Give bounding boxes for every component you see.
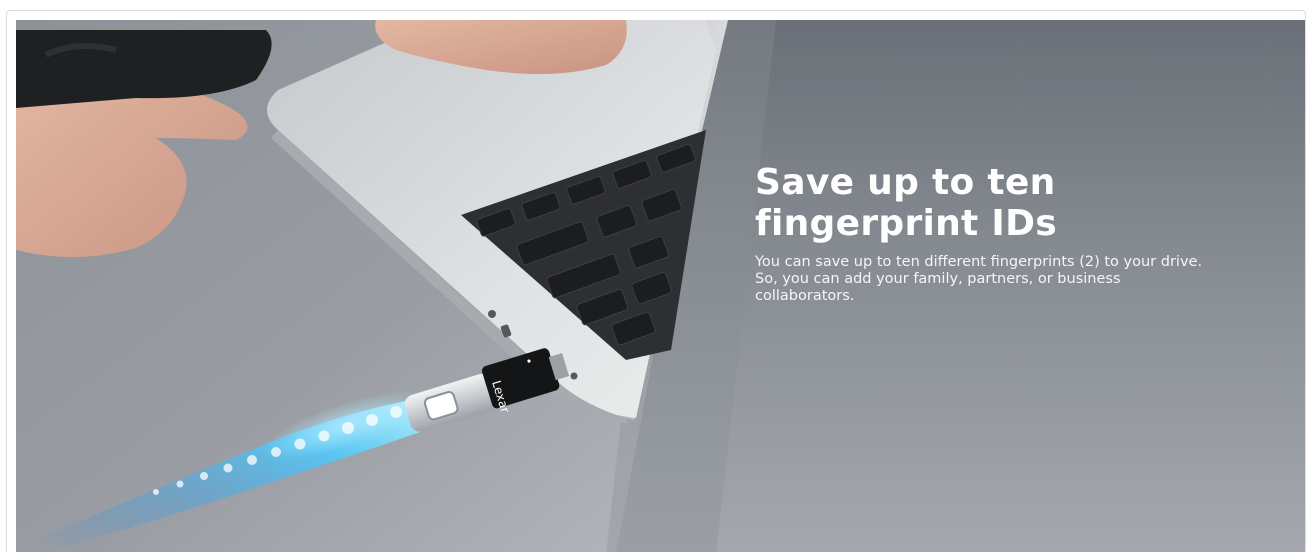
banner-description: You can save up to ten different fingerp… xyxy=(755,254,1203,304)
headline-line-2: fingerprint IDs xyxy=(755,203,1058,244)
content-frame: Lexar Save up to ten fingerprint IDs You… xyxy=(6,10,1306,552)
banner-copy: Save up to ten fingerprint IDs You can s… xyxy=(755,162,1225,305)
product-banner: Lexar Save up to ten fingerprint IDs You… xyxy=(16,20,1305,552)
banner-headline: Save up to ten fingerprint IDs xyxy=(755,162,1225,244)
headline-line-1: Save up to ten xyxy=(755,162,1056,203)
